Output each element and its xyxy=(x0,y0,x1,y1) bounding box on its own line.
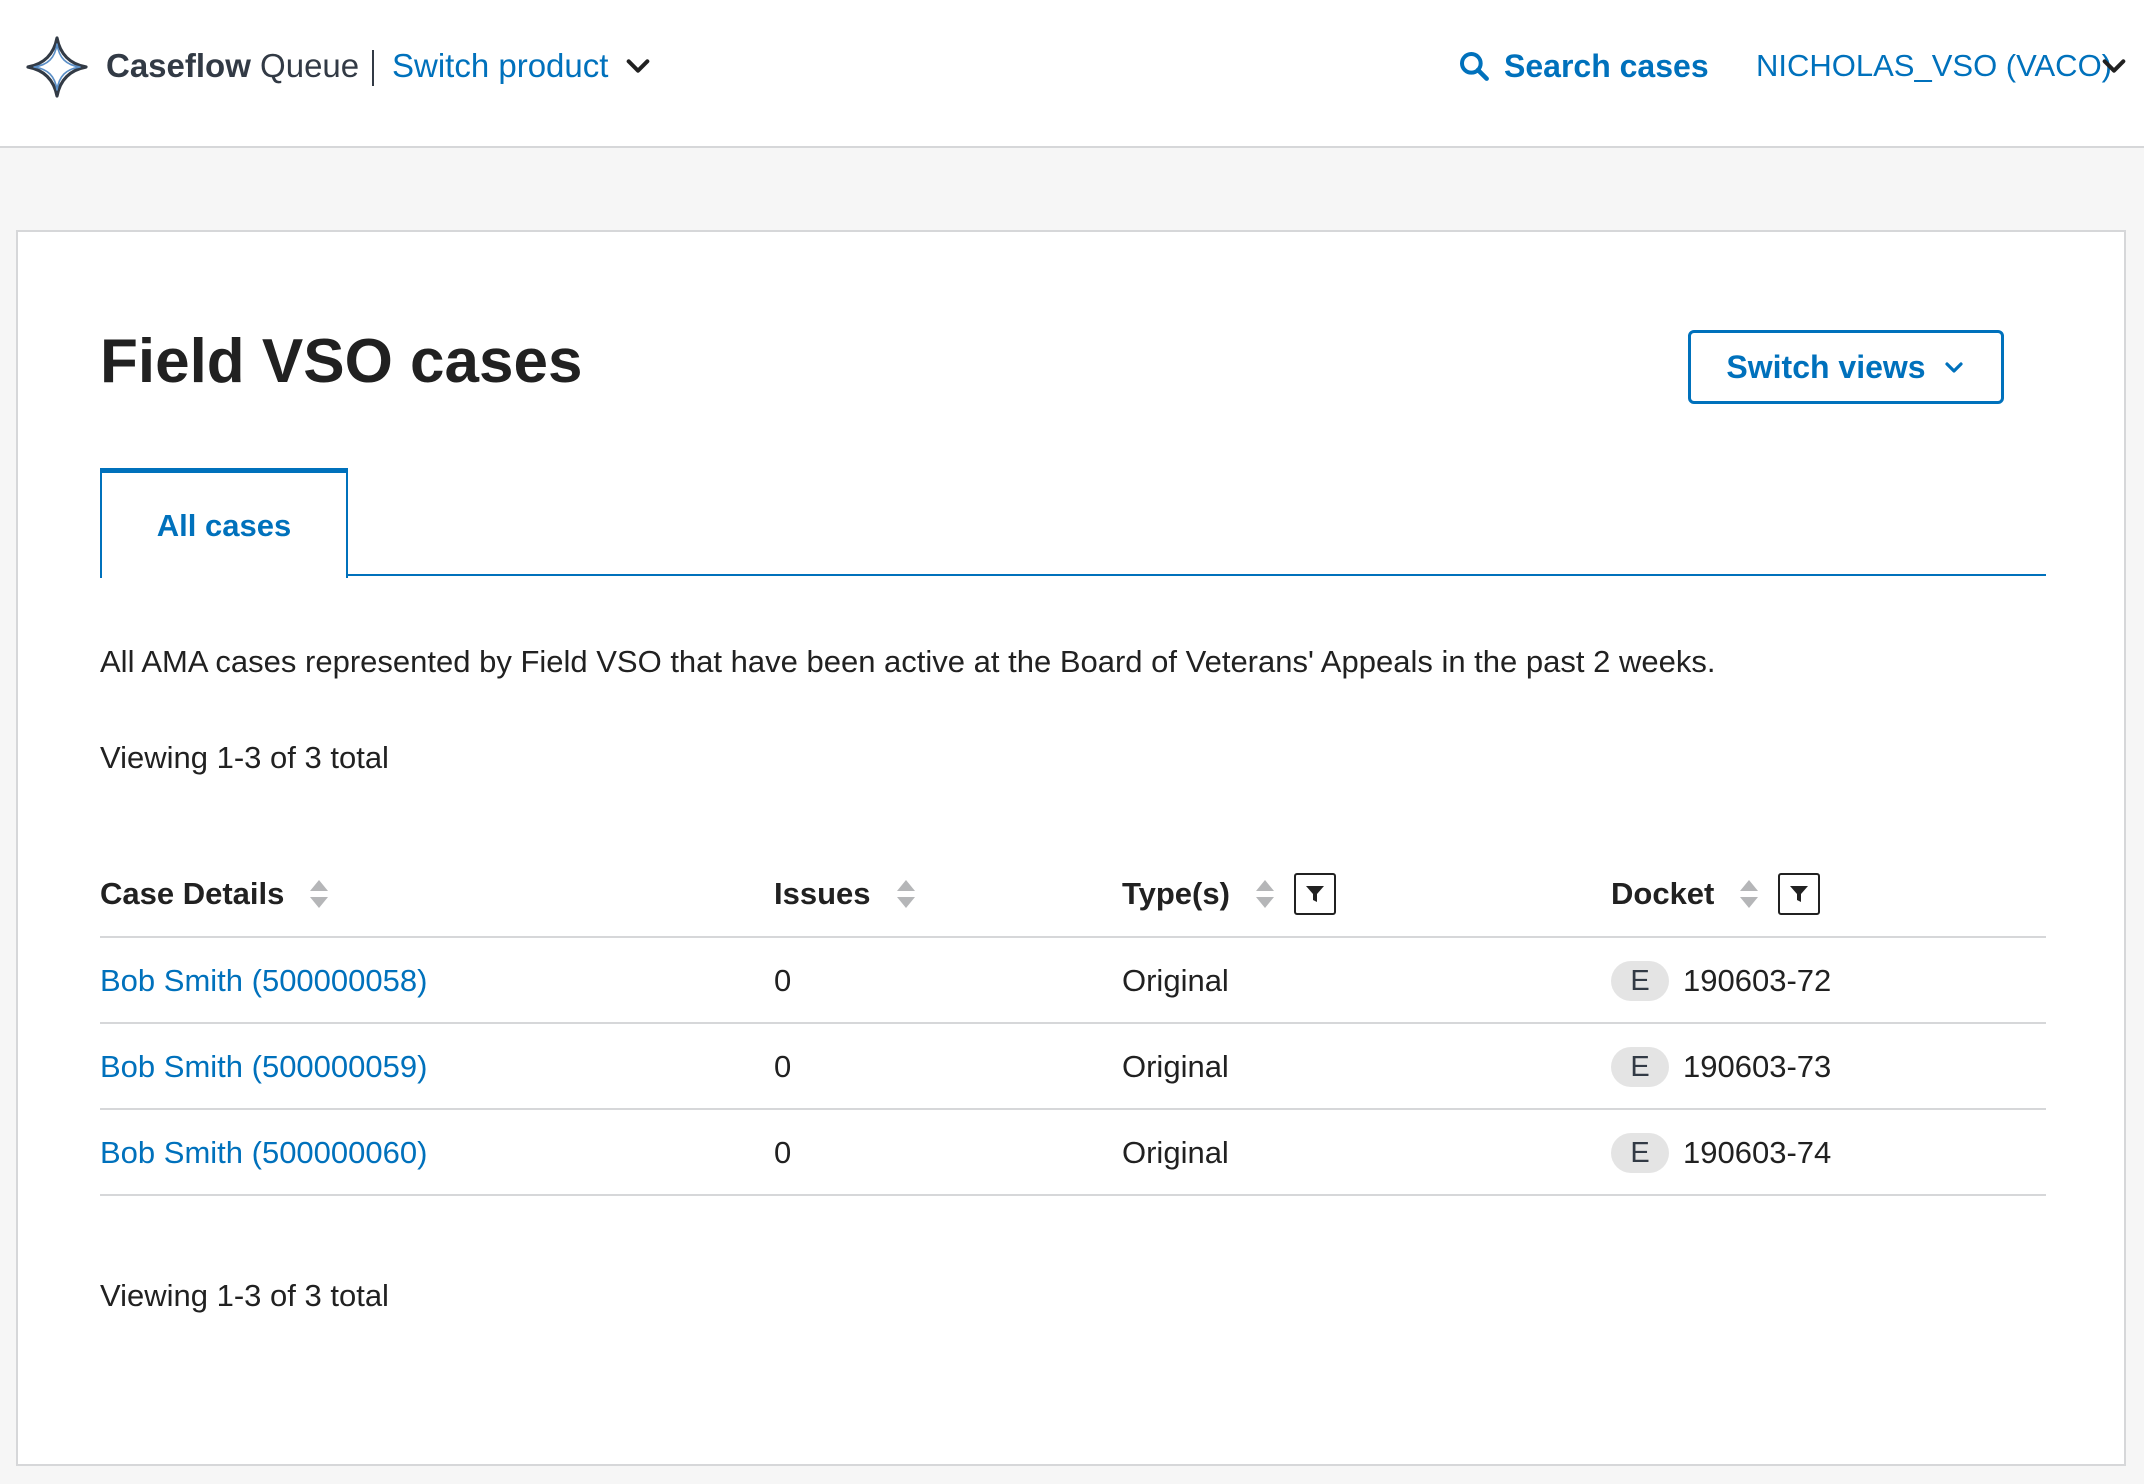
top-navigation-bar: Caseflow Queue Switch product Search cas… xyxy=(0,0,2144,148)
sort-icon[interactable] xyxy=(1254,878,1276,910)
switch-views-button[interactable]: Switch views xyxy=(1688,330,2004,404)
column-header-docket[interactable]: Docket xyxy=(1611,852,1821,936)
app-name: Queue xyxy=(260,47,360,84)
switch-views-label: Switch views xyxy=(1726,348,1926,385)
sort-icon[interactable] xyxy=(1738,878,1760,910)
docket-number: 190603-72 xyxy=(1683,963,1832,998)
issues-count: 0 xyxy=(774,1135,792,1170)
case-details-link[interactable]: Bob Smith (500000058) xyxy=(100,963,427,999)
case-type: Original xyxy=(1122,1135,1229,1170)
column-header-label: Docket xyxy=(1611,876,1715,911)
case-details-link[interactable]: Bob Smith (500000059) xyxy=(100,1049,427,1085)
search-icon xyxy=(1460,52,1489,81)
table-row: Bob Smith (500000058) 0 Original E 19060… xyxy=(100,938,2046,1024)
user-menu-button[interactable]: NICHOLAS_VSO (VACO) xyxy=(1756,46,2112,86)
case-type: Original xyxy=(1122,1049,1229,1084)
filter-icon[interactable] xyxy=(1778,873,1821,915)
tab-all-cases[interactable]: All cases xyxy=(100,468,348,578)
column-header-label: Type(s) xyxy=(1122,876,1230,911)
column-header-types[interactable]: Type(s) xyxy=(1122,852,1336,936)
table-row: Bob Smith (500000060) 0 Original E 19060… xyxy=(100,1110,2046,1196)
sort-icon[interactable] xyxy=(895,878,917,910)
chevron-down-icon[interactable] xyxy=(2100,52,2128,80)
queue-description: All AMA cases represented by Field VSO t… xyxy=(100,644,1716,679)
case-type: Original xyxy=(1122,963,1229,998)
issues-count: 0 xyxy=(774,1049,792,1084)
docket-type-badge: E xyxy=(1611,1047,1669,1087)
search-cases-label: Search cases xyxy=(1504,47,1709,84)
brand-divider xyxy=(372,50,374,86)
column-header-label: Issues xyxy=(774,876,871,911)
caseflow-logo-icon[interactable] xyxy=(24,34,90,100)
docket-number: 190603-74 xyxy=(1683,1135,1832,1170)
chevron-down-icon xyxy=(1944,362,1963,373)
table-row: Bob Smith (500000059) 0 Original E 19060… xyxy=(100,1024,2046,1110)
app-brand[interactable]: Caseflow Queue xyxy=(106,46,359,86)
queue-card: Field VSO cases Switch views All cases A… xyxy=(16,230,2126,1466)
chevron-down-icon[interactable] xyxy=(624,52,652,80)
column-header-case-details[interactable]: Case Details xyxy=(100,852,330,936)
column-header-label: Case Details xyxy=(100,876,285,911)
sort-icon[interactable] xyxy=(308,878,330,910)
page-title: Field VSO cases xyxy=(100,327,583,396)
switch-product-button[interactable]: Switch product xyxy=(392,46,608,86)
issues-count: 0 xyxy=(774,963,792,998)
tabs-underline xyxy=(100,574,2046,576)
pagination-summary-top: Viewing 1-3 of 3 total xyxy=(100,740,389,775)
search-cases-link[interactable]: Search cases xyxy=(1458,44,1709,88)
docket-type-badge: E xyxy=(1611,1133,1669,1173)
docket-number: 190603-73 xyxy=(1683,1049,1832,1084)
brand-name: Caseflow xyxy=(106,47,251,84)
filter-icon[interactable] xyxy=(1293,873,1336,915)
pagination-summary-bottom: Viewing 1-3 of 3 total xyxy=(100,1278,389,1313)
case-details-link[interactable]: Bob Smith (500000060) xyxy=(100,1135,427,1171)
column-header-issues[interactable]: Issues xyxy=(774,852,917,936)
docket-type-badge: E xyxy=(1611,961,1669,1001)
